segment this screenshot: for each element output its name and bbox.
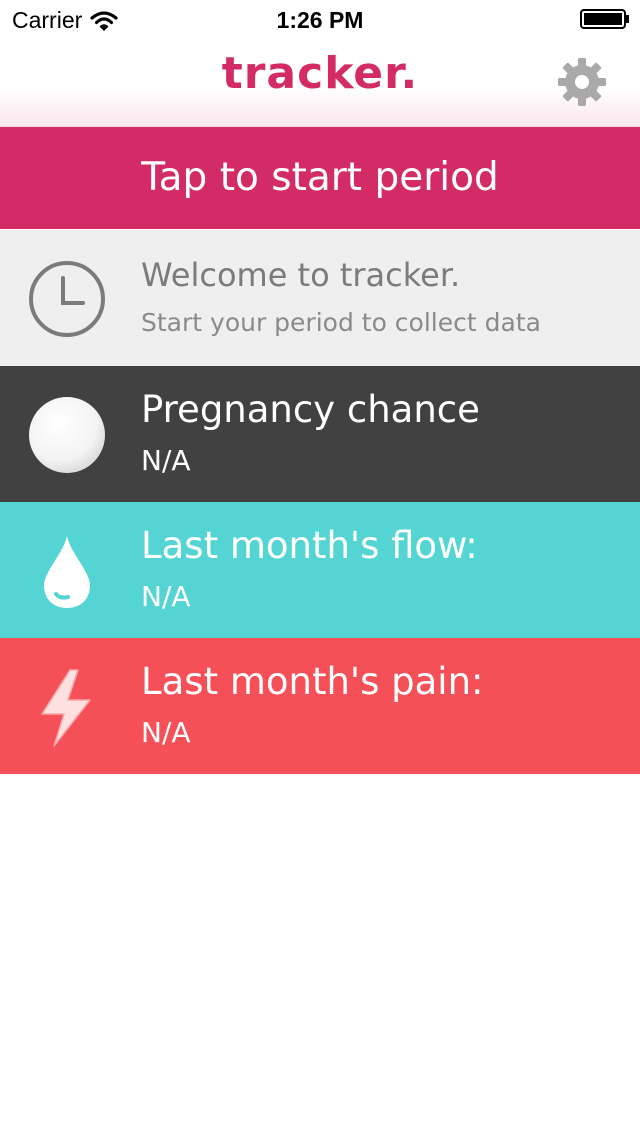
last-month-pain-row[interactable]: Last month's pain: N/A — [0, 638, 640, 774]
welcome-row: Welcome to tracker. Start your period to… — [0, 230, 640, 366]
pain-title: Last month's pain: — [141, 660, 484, 703]
welcome-subtitle: Start your period to collect data — [141, 308, 541, 337]
status-bar: Carrier 1:26 PM — [0, 0, 640, 40]
pregnancy-title: Pregnancy chance — [141, 388, 480, 431]
status-time: 1:26 PM — [276, 7, 364, 33]
flow-value: N/A — [141, 580, 191, 613]
droplet-icon — [44, 536, 90, 608]
circle-icon — [29, 397, 105, 473]
flow-title: Last month's flow: — [141, 524, 478, 567]
app-header: tracker. — [0, 40, 640, 127]
pregnancy-value: N/A — [141, 444, 191, 477]
start-period-button[interactable]: Tap to start period — [0, 127, 640, 229]
gear-icon[interactable] — [556, 56, 608, 108]
last-month-flow-row[interactable]: Last month's flow: N/A — [0, 502, 640, 638]
lightning-icon — [41, 669, 91, 747]
battery-icon — [580, 9, 629, 29]
pregnancy-chance-row[interactable]: Pregnancy chance N/A — [0, 366, 640, 502]
welcome-title: Welcome to tracker. — [141, 256, 461, 294]
clock-icon — [29, 261, 105, 337]
app-logo: tracker. — [221, 48, 419, 99]
pain-value: N/A — [141, 716, 191, 749]
